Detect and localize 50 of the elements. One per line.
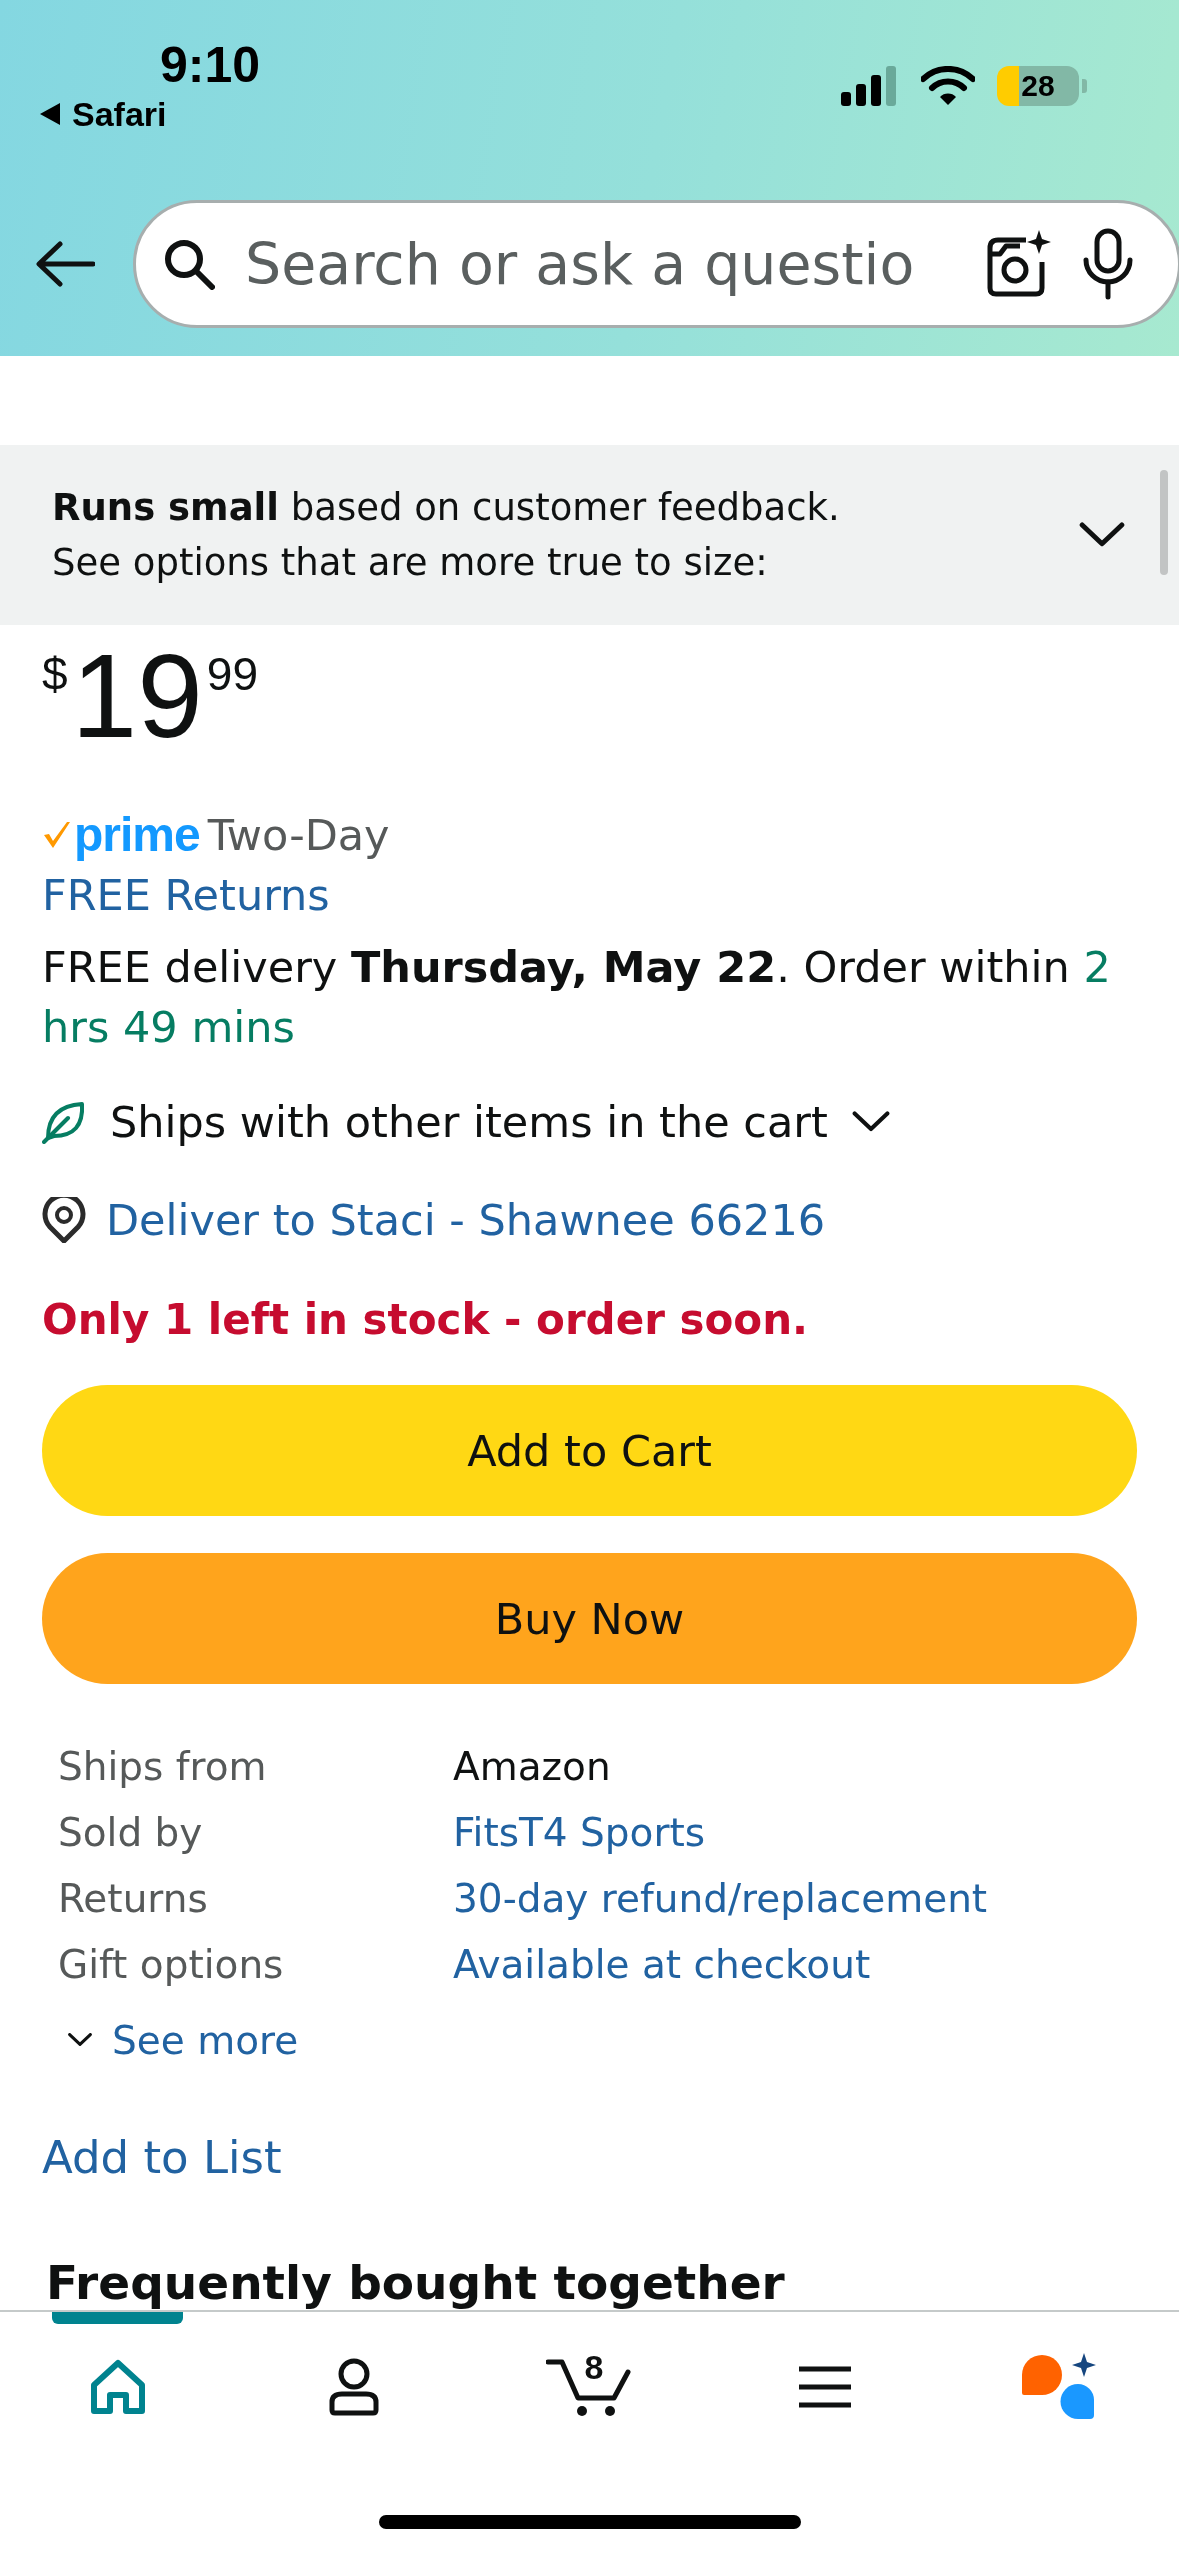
microphone-icon[interactable] bbox=[1082, 228, 1134, 300]
detail-label: Returns bbox=[58, 1875, 208, 1923]
detail-label: Ships from bbox=[58, 1743, 267, 1791]
buy-now-button[interactable]: Buy Now bbox=[42, 1553, 1137, 1684]
location-pin-icon bbox=[42, 1197, 86, 1243]
leaf-icon bbox=[42, 1100, 86, 1144]
status-time: 9:10 bbox=[160, 38, 261, 92]
free-returns-link[interactable]: FREE Returns bbox=[42, 865, 330, 925]
fit-note: Runs small based on customer feedback. bbox=[52, 485, 840, 531]
chevron-down-icon[interactable] bbox=[1079, 522, 1125, 548]
back-to-app-link[interactable]: Safari bbox=[72, 94, 167, 134]
stock-warning: Only 1 left in stock - order soon. bbox=[42, 1294, 809, 1346]
fit-note: See options that are more true to size: bbox=[52, 540, 769, 586]
detail-link[interactable]: FitsT4 Sports bbox=[453, 1800, 706, 1866]
home-icon bbox=[89, 2359, 146, 2415]
back-arrow-icon[interactable] bbox=[35, 241, 95, 287]
check-icon bbox=[42, 820, 72, 850]
nav-tab[interactable]: 8 bbox=[471, 2312, 708, 2462]
add-to-cart-button[interactable]: Add to Cart bbox=[42, 1385, 1137, 1516]
delivery-text: FREE delivery Thursday, May 22. Order within 2 hrs 49 mins bbox=[42, 941, 1112, 1054]
detail-link[interactable]: Available at checkout bbox=[453, 1932, 871, 1998]
menu-icon bbox=[797, 2365, 854, 2409]
search-field[interactable]: Search or ask a questio bbox=[245, 231, 956, 297]
scrollbar-thumb[interactable] bbox=[1160, 470, 1168, 575]
fit-banner[interactable]: Runs small based on customer feedback. See options that are more true to size: bbox=[0, 445, 1179, 625]
shipping-speed: Two-Day bbox=[207, 809, 390, 862]
detail-label: Sold by bbox=[58, 1809, 203, 1857]
see-more-link[interactable]: See more bbox=[68, 2010, 299, 2070]
add-to-list-link[interactable]: Add to List bbox=[42, 2128, 282, 2188]
price-currency: $ bbox=[42, 651, 68, 697]
detail-value: Amazon bbox=[453, 1743, 611, 1791]
signal-icon bbox=[841, 66, 899, 106]
detail-label: Gift options bbox=[58, 1941, 284, 1989]
section-heading: Frequently bought together bbox=[46, 2257, 785, 2309]
search-icon bbox=[163, 238, 215, 290]
prime-logo-text: prime bbox=[74, 807, 200, 863]
detail-link[interactable]: 30-day refund/replacement bbox=[453, 1866, 988, 1932]
back-triangle-icon[interactable] bbox=[38, 101, 62, 127]
search-bar[interactable]: Search or ask a questio bbox=[133, 200, 1179, 328]
camera-sparkle-icon[interactable] bbox=[986, 230, 1052, 298]
chevron-down-icon[interactable] bbox=[68, 2033, 92, 2047]
wifi-icon bbox=[921, 66, 975, 106]
price-whole: 19 bbox=[71, 637, 203, 755]
chevron-down-icon[interactable] bbox=[851, 1111, 890, 1133]
price-fraction: 99 bbox=[206, 651, 259, 697]
person-icon bbox=[327, 2358, 380, 2416]
cart-count: 8 bbox=[584, 2350, 604, 2384]
shipping-note: Ships with other items in the cart bbox=[110, 1096, 828, 1149]
battery-indicator: 28 bbox=[997, 66, 1087, 106]
deliver-to-link[interactable]: Deliver to Staci - Shawnee 66216 bbox=[106, 1190, 826, 1250]
